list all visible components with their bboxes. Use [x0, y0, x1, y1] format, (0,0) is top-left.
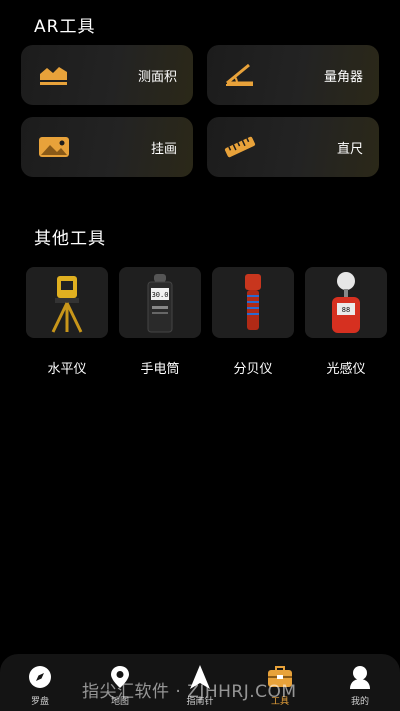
tab-label: 我的	[350, 697, 369, 707]
compass-icon	[28, 664, 52, 690]
ar-section-title: AR工具	[34, 17, 96, 37]
tool-light-meter[interactable]: 88 光感仪	[305, 267, 387, 377]
tab-label: 罗盘	[30, 697, 49, 707]
theodolite-icon	[26, 267, 108, 338]
svg-text:88: 88	[342, 306, 350, 314]
flashlight-icon	[212, 267, 294, 338]
tab-me[interactable]: 我的	[325, 664, 395, 707]
ar-card-ruler[interactable]: 直尺	[207, 117, 379, 177]
area-icon	[37, 60, 71, 90]
card-label: 量角器	[323, 69, 363, 85]
tool-flashlight[interactable]: 30.0 手电筒	[119, 267, 201, 377]
tool-label: 手电筒	[140, 362, 180, 377]
card-label: 挂画	[150, 141, 177, 157]
tool-decibel-meter[interactable]: 分贝仪	[212, 267, 294, 377]
protractor-icon	[223, 60, 257, 90]
ar-card-hang-picture[interactable]: 挂画	[21, 117, 193, 177]
other-section-title: 其他工具	[34, 229, 106, 249]
tool-label: 水平仪	[47, 362, 87, 377]
ruler-icon	[223, 132, 257, 162]
ar-card-measure-area[interactable]: 测面积	[21, 45, 193, 105]
tool-label: 分贝仪	[233, 362, 273, 377]
sound-meter-icon: 30.0	[119, 267, 201, 338]
ar-card-protractor[interactable]: 量角器	[207, 45, 379, 105]
card-label: 测面积	[137, 69, 177, 85]
tab-compass[interactable]: 罗盘	[5, 664, 75, 707]
user-icon	[349, 664, 371, 690]
card-label: 直尺	[336, 141, 363, 157]
picture-icon	[37, 132, 71, 162]
tool-label: 光感仪	[326, 362, 366, 377]
tool-level[interactable]: 水平仪	[26, 267, 108, 377]
lux-meter-icon: 88	[305, 267, 387, 338]
watermark-text: 指尖汇软件 · ZJHHRJ.COM	[82, 682, 297, 702]
svg-text:30.0: 30.0	[152, 291, 169, 299]
